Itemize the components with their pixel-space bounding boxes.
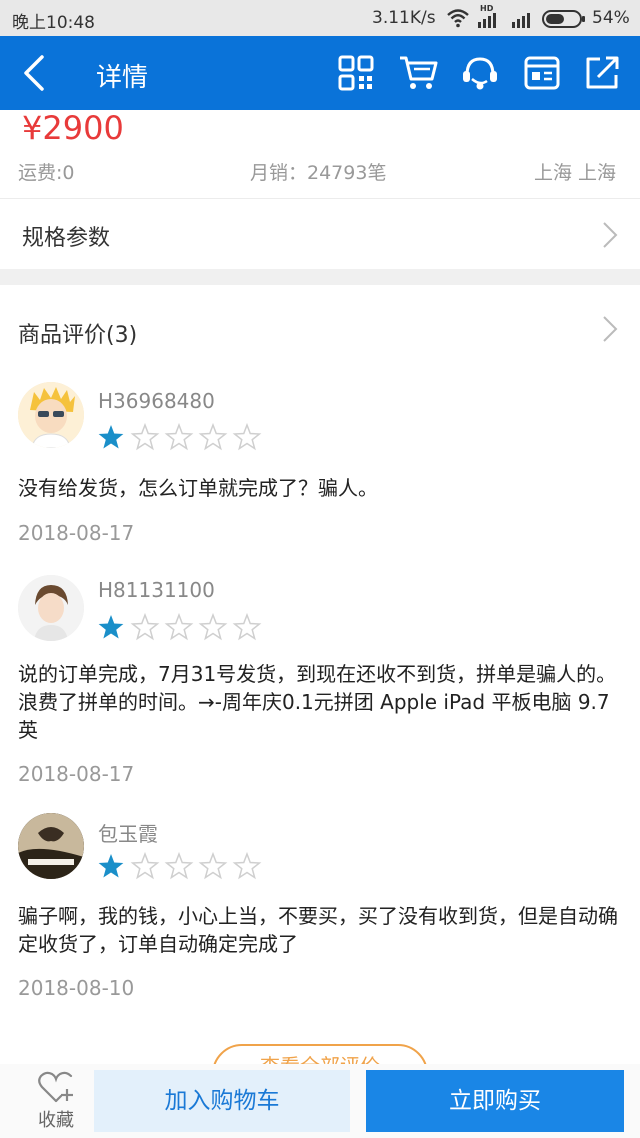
reviewer-name: H36968480: [98, 389, 215, 413]
shipping-fee: 运费:0: [18, 162, 75, 184]
buy-now-button[interactable]: 立即购买: [366, 1070, 624, 1132]
status-time: 晚上10:48: [12, 13, 95, 33]
star-empty-icon: [164, 612, 194, 641]
customer-service-icon[interactable]: [460, 53, 500, 93]
product-price: ¥2900: [22, 109, 124, 147]
page-title: 详情: [96, 63, 149, 93]
qrcode-icon[interactable]: [336, 53, 376, 93]
bottom-action-bar: 收藏 加入购物车 立即购买: [0, 1064, 640, 1138]
battery-icon: [542, 10, 585, 28]
star-empty-icon: [232, 422, 262, 451]
star-empty-icon: [130, 422, 160, 451]
star-empty-icon: [164, 851, 194, 880]
signal-icon: [478, 13, 530, 28]
rating-stars: [98, 612, 262, 641]
message-icon[interactable]: [522, 53, 562, 93]
ship-location: 上海 上海: [534, 162, 617, 184]
review-date: 2018-08-17: [18, 521, 135, 545]
share-icon[interactable]: [582, 53, 622, 93]
star-empty-icon: [198, 422, 228, 451]
review-text: 说的订单完成，7月31号发货，到现在还收不到货，拼单是骗人的。浪费了拼单的时间。…: [18, 662, 617, 742]
rating-stars: [98, 422, 262, 451]
battery-percent: 54%: [592, 8, 630, 28]
star-empty-icon: [232, 851, 262, 880]
top-nav-bar: 详情: [0, 36, 640, 110]
review-text: 没有给发货，怎么订单就完成了？骗人。: [18, 476, 378, 500]
reviews-header-row[interactable]: 商品评价(3): [0, 285, 640, 373]
avatar: [18, 575, 84, 641]
star-empty-icon: [164, 422, 194, 451]
section-gap: [0, 269, 640, 285]
star-empty-icon: [130, 851, 160, 880]
reviewer-name: 包玉霞: [98, 822, 158, 846]
chevron-right-icon: [603, 222, 618, 248]
reviews-title: 商品评价(3): [18, 323, 138, 348]
favorite-button[interactable]: 收藏: [30, 1070, 82, 1134]
star-filled-icon: [98, 615, 124, 639]
cart-icon[interactable]: [398, 53, 438, 93]
reviewer-name: H81131100: [98, 578, 215, 602]
star-empty-icon: [198, 612, 228, 641]
review-text: 骗子啊，我的钱，小心上当，不要买，买了没有收到货，但是自动确定收货了，订单自动确…: [18, 904, 618, 956]
status-bar: 晚上10:48 3.11K/s HD 54%: [0, 0, 640, 36]
star-filled-icon: [98, 425, 124, 449]
heart-plus-icon: [38, 1071, 73, 1103]
add-to-cart-button[interactable]: 加入购物车: [94, 1070, 350, 1132]
review-date: 2018-08-17: [18, 762, 135, 786]
star-empty-icon: [130, 612, 160, 641]
wifi-icon: [447, 9, 469, 28]
review-date: 2018-08-10: [18, 976, 135, 1000]
avatar: [18, 813, 84, 879]
avatar: [18, 382, 84, 448]
specs-row[interactable]: 规格参数: [0, 199, 640, 269]
star-empty-icon: [232, 612, 262, 641]
specs-label: 规格参数: [22, 226, 111, 251]
chevron-right-icon: [603, 316, 618, 342]
favorite-label: 收藏: [38, 1110, 74, 1131]
rating-stars: [98, 851, 262, 880]
star-empty-icon: [198, 851, 228, 880]
monthly-sales: 月销：24793笔: [250, 162, 387, 184]
back-icon[interactable]: [18, 53, 52, 93]
network-speed: 3.11K/s: [372, 8, 436, 28]
star-filled-icon: [98, 854, 124, 878]
